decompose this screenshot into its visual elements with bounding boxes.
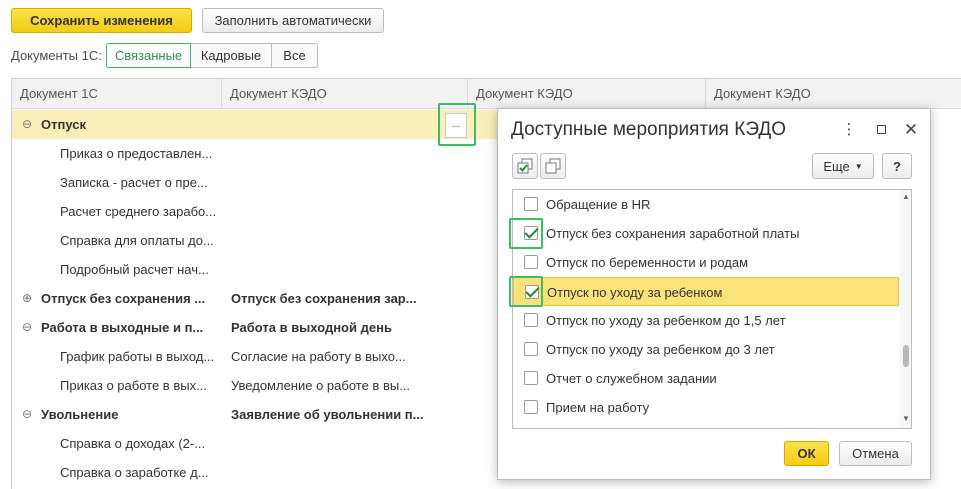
cell-kedo [231, 255, 466, 284]
filter-all[interactable]: Все [271, 43, 318, 68]
cell-kedo [231, 197, 466, 226]
cell-doc1c: Отпуск без сохранения ... [41, 291, 206, 306]
cell-doc1c: Отпуск [41, 117, 86, 132]
check-all-icon [517, 158, 533, 174]
maximize-icon[interactable] [872, 121, 890, 139]
cell-doc1c: Справка о заработке д... [60, 465, 209, 480]
event-list-item[interactable]: Отпуск по уходу за ребенком до 3 лет [513, 335, 899, 364]
cell-kedo [231, 458, 466, 487]
cell-kedo [231, 429, 466, 458]
column-header-kedo-1[interactable]: Документ КЭДО [222, 79, 468, 109]
event-checkbox[interactable] [524, 197, 538, 211]
more-label: Еще [823, 158, 850, 174]
check-all-button[interactable] [512, 153, 538, 179]
dropdown-arrow-icon: ▼ [854, 161, 863, 171]
cell-doc1c: Приказ о работе в вых... [60, 378, 207, 393]
event-checkbox[interactable] [524, 342, 538, 356]
more-vertical-icon[interactable]: ⋮ [840, 121, 858, 139]
column-header-kedo-2[interactable]: Документ КЭДО [468, 79, 706, 109]
column-header-doc1c[interactable]: Документ 1С [12, 79, 222, 109]
event-label: Отпуск по уходу за ребенком до 3 лет [546, 342, 775, 357]
filter-linked[interactable]: Связанные [106, 43, 191, 68]
event-list-item[interactable]: Отпуск по уходу за ребенком [513, 277, 899, 306]
event-label: Обращение в HR [546, 197, 651, 212]
scroll-thumb[interactable] [903, 345, 909, 367]
event-checkbox[interactable] [524, 371, 538, 385]
cancel-button[interactable]: Отмена [839, 441, 912, 466]
cell-kedo [231, 110, 466, 139]
checkbox-highlight-frame-1 [509, 218, 543, 249]
filter-hr[interactable]: Кадровые [190, 43, 272, 68]
event-list-item[interactable]: Прием на работу [513, 393, 899, 422]
cell-doc1c: Приказ о предоставлен... [60, 146, 213, 161]
cell-doc1c: Справка для оплаты до... [60, 233, 214, 248]
collapse-icon[interactable]: ⊖ [20, 400, 34, 429]
cell-kedo: Отпуск без сохранения зар... [231, 291, 417, 306]
scroll-down-icon[interactable]: ▼ [901, 414, 911, 424]
more-menu-button[interactable]: Еще ▼ [812, 153, 874, 179]
event-list-item[interactable]: Отпуск по беременности и родам [513, 248, 899, 277]
cell-kedo [231, 226, 466, 255]
filter-label: Документы 1С: [11, 48, 102, 63]
event-checkbox[interactable] [524, 255, 538, 269]
list-scrollbar[interactable]: ▲ ▼ [900, 190, 911, 428]
event-checkbox[interactable] [524, 400, 538, 414]
event-list-item[interactable]: Отпуск без сохранения заработной платы [513, 219, 899, 248]
ok-button[interactable]: ОК [784, 441, 829, 466]
column-header-kedo-3[interactable]: Документ КЭДО [706, 79, 961, 109]
table-header: Документ 1С Документ КЭДО Документ КЭДО … [12, 79, 961, 109]
cell-kedo: Согласие на работу в выхо... [231, 349, 406, 364]
table-row[interactable]: ⊖ Отпуск [12, 110, 497, 139]
cell-doc1c: Подробный расчет нач... [60, 262, 209, 277]
cell-kedo [231, 168, 466, 197]
cell-doc1c: Увольнение [41, 407, 119, 422]
event-label: Отпуск по уходу за ребенком до 1,5 лет [546, 313, 786, 328]
ellipsis-highlight-frame [438, 103, 476, 146]
scroll-up-icon[interactable]: ▲ [901, 192, 911, 202]
close-icon[interactable]: ✕ [902, 121, 920, 139]
event-list-item[interactable]: Отчет о служебном задании [513, 364, 899, 393]
cell-kedo: Заявление об увольнении п... [231, 407, 424, 422]
events-list[interactable]: Обращение в HR Отпуск без сохранения зара… [512, 189, 912, 429]
cell-doc1c: Справка о доходах (2-... [60, 436, 206, 451]
autofill-button[interactable]: Заполнить автоматически [202, 8, 384, 33]
expand-icon[interactable]: ⊕ [20, 284, 34, 313]
event-label: Отпуск без сохранения заработной платы [546, 226, 800, 241]
event-checkbox[interactable] [524, 313, 538, 327]
event-label: Отпуск по беременности и родам [546, 255, 749, 270]
dialog-title: Доступные мероприятия КЭДО [511, 119, 786, 140]
checkbox-highlight-frame-2 [509, 276, 543, 307]
cell-doc1c: Расчет среднего зарабо... [60, 204, 217, 219]
collapse-icon[interactable]: ⊖ [20, 110, 34, 139]
help-button[interactable]: ? [882, 153, 912, 179]
cell-doc1c: Работа в выходные и п... [41, 320, 204, 335]
uncheck-all-button[interactable] [540, 153, 566, 179]
cell-doc1c: Записка - расчет о пре... [60, 175, 208, 190]
cell-doc1c: График работы в выход... [60, 349, 215, 364]
event-label: Отчет о служебном задании [546, 371, 717, 386]
cell-kedo: Уведомление о работе в вы... [231, 378, 411, 393]
cell-kedo: Работа в выходной день [231, 320, 392, 335]
event-label: Прием на работу [546, 400, 650, 415]
event-label: Отпуск по уходу за ребенком [547, 285, 723, 300]
save-changes-button[interactable]: Сохранить изменения [11, 8, 192, 33]
cell-kedo [231, 139, 466, 168]
event-list-item[interactable]: Обращение в HR [513, 190, 899, 219]
event-list-item[interactable]: Отпуск по уходу за ребенком до 1,5 лет [513, 306, 899, 335]
collapse-icon[interactable]: ⊖ [20, 313, 34, 342]
available-kedo-events-dialog: Доступные мероприятия КЭДО ⋮ ✕ Еще ▼ ? О… [497, 108, 931, 480]
uncheck-all-icon [545, 158, 561, 174]
